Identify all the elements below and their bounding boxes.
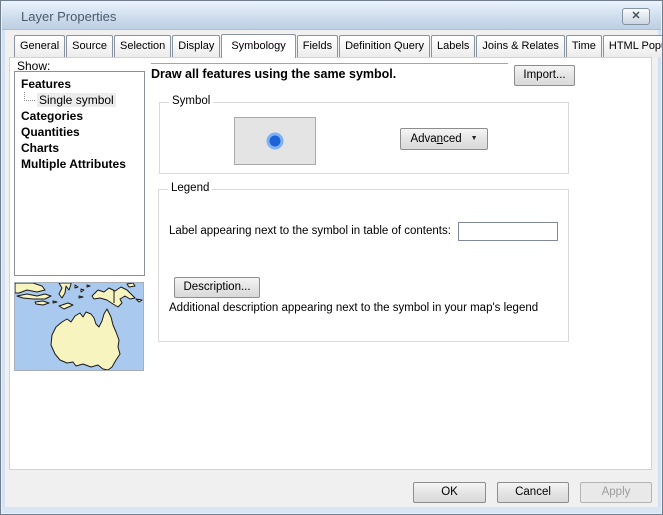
tree-item-label: Single symbol — [37, 93, 116, 107]
tab-time[interactable]: Time — [566, 35, 602, 57]
symbol-groupbox: Symbol — [159, 102, 569, 174]
layer-properties-dialog: Layer Properties ✕ General Source Select… — [0, 0, 663, 515]
window-frame — [2, 507, 661, 513]
legend-label-text: Label appearing next to the symbol in ta… — [169, 225, 451, 237]
apply-button[interactable]: Apply — [580, 482, 652, 503]
tab-general[interactable]: General — [14, 35, 65, 57]
close-button[interactable]: ✕ — [622, 8, 650, 25]
tab-html-popup[interactable]: HTML Popup — [603, 35, 663, 57]
symbol-preview-button[interactable] — [234, 117, 316, 165]
tree-branch-icon — [24, 92, 35, 101]
title-bar[interactable]: Layer Properties ✕ — [2, 2, 661, 30]
legend-group-title: Legend — [168, 182, 212, 194]
cancel-button[interactable]: Cancel — [497, 482, 569, 503]
tree-item-quantities[interactable]: Quantities — [15, 124, 144, 140]
map-thumbnail — [14, 282, 144, 371]
point-symbol-icon — [264, 130, 286, 152]
tab-strip: General Source Selection Display Symbolo… — [14, 34, 663, 57]
legend-groupbox: Legend — [158, 189, 569, 342]
heading-divider — [151, 63, 508, 64]
symbol-group-title: Symbol — [169, 95, 213, 107]
window-frame — [658, 30, 661, 513]
advanced-dropdown-button[interactable]: Advanced ▼ — [400, 128, 488, 150]
tab-symbology[interactable]: Symbology — [221, 34, 295, 58]
legend-label-input[interactable] — [458, 222, 558, 241]
window-frame — [2, 30, 5, 513]
tab-labels[interactable]: Labels — [431, 35, 475, 57]
tree-item-single-symbol[interactable]: Single symbol — [15, 92, 144, 108]
window-title: Layer Properties — [21, 9, 116, 24]
chevron-down-icon: ▼ — [471, 129, 478, 149]
tree-item-charts[interactable]: Charts — [15, 140, 144, 156]
tab-display[interactable]: Display — [172, 35, 220, 57]
tab-fields[interactable]: Fields — [297, 35, 338, 57]
tab-source[interactable]: Source — [66, 35, 113, 57]
tree-item-multiple-attributes[interactable]: Multiple Attributes — [15, 156, 144, 172]
ok-button[interactable]: OK — [413, 482, 486, 503]
tab-joins-relates[interactable]: Joins & Relates — [476, 35, 564, 57]
legend-additional-text: Additional description appearing next to… — [169, 302, 538, 314]
show-tree-list: Features Single symbol Categories Quanti… — [14, 71, 145, 276]
renderer-heading: Draw all features using the same symbol. — [151, 67, 396, 81]
tab-definition-query[interactable]: Definition Query — [339, 35, 430, 57]
advanced-label: Advanced — [410, 129, 461, 149]
australia-map-image — [15, 283, 143, 370]
tree-item-features[interactable]: Features — [15, 76, 144, 92]
tree-item-categories[interactable]: Categories — [15, 108, 144, 124]
tab-selection[interactable]: Selection — [114, 35, 171, 57]
close-icon: ✕ — [631, 10, 640, 22]
description-button[interactable]: Description... — [174, 277, 260, 298]
import-button[interactable]: Import... — [514, 65, 575, 86]
